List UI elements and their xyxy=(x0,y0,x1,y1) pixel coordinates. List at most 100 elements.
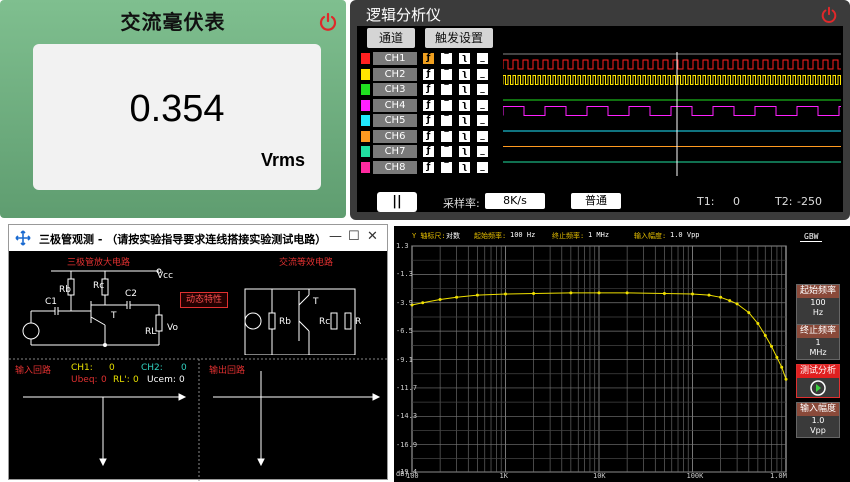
trigger-mode-button[interactable]: 普通 xyxy=(571,193,621,209)
rl-prime-value: 0 xyxy=(133,375,139,385)
trigger-mode-icon[interactable]: ƒ xyxy=(423,146,434,157)
channel-row[interactable]: CH4 ƒ ‾ ʅ _ xyxy=(361,98,501,112)
trigger-mode-icon[interactable]: ʅ xyxy=(459,99,470,111)
pause-button[interactable]: || xyxy=(377,192,417,212)
channel-row[interactable]: CH5 ƒ ‾ ʅ _ xyxy=(361,114,501,127)
y-tick-label: -3.9 xyxy=(396,298,413,307)
trigger-mode-icon[interactable]: ‾ xyxy=(441,68,452,80)
t2-label: T2: xyxy=(775,195,793,208)
trigger-mode-icon[interactable]: ƒ xyxy=(423,115,434,126)
millivoltmeter-display: 0.354 Vrms xyxy=(33,44,321,190)
y-tick-label: -14.3 xyxy=(396,412,418,421)
data-point xyxy=(597,291,601,295)
channel-label: CH2 xyxy=(373,67,417,81)
r-equiv-label: R xyxy=(355,317,362,327)
close-button[interactable]: ✕ xyxy=(367,229,378,244)
minimize-button[interactable]: — xyxy=(329,229,342,244)
trigger-mode-icon[interactable]: ʅ xyxy=(459,146,470,157)
trigger-mode-icon[interactable]: ʅ xyxy=(459,84,470,95)
trigger-mode-icon[interactable]: ʅ xyxy=(459,130,470,142)
channel-row[interactable]: CH6 ƒ ‾ ʅ _ xyxy=(361,129,501,143)
trigger-mode-icon[interactable]: ‾ xyxy=(441,84,452,95)
trigger-mode-icon[interactable]: _ xyxy=(477,115,488,126)
channel-waveform xyxy=(503,75,841,85)
y-tick-label: -16.9 xyxy=(396,440,418,449)
channel-color-swatch xyxy=(361,161,370,173)
tab-trigger-settings[interactable]: 触发设置 xyxy=(425,28,493,48)
data-point xyxy=(784,377,788,381)
millivoltmeter-panel: 交流毫伏表 0.354 Vrms xyxy=(0,0,346,218)
x-tick-label: 1.0M xyxy=(770,472,787,480)
trigger-mode-icon[interactable]: ʅ xyxy=(459,68,470,80)
trigger-mode-icon[interactable]: _ xyxy=(477,68,488,80)
channel-row[interactable]: CH3 ƒ ‾ ʅ _ xyxy=(361,83,501,96)
trigger-mode-icon[interactable]: ‾ xyxy=(441,161,452,173)
input-amplitude-value: 1.0 xyxy=(811,416,825,425)
channel-label: CH8 xyxy=(373,160,417,174)
trigger-mode-icon[interactable]: _ xyxy=(477,84,488,95)
trigger-mode-icon[interactable]: _ xyxy=(477,161,488,173)
sample-rate-field[interactable]: 8K/s xyxy=(485,193,545,209)
test-analysis-button[interactable]: 测试分析 xyxy=(796,364,840,398)
tab-channel[interactable]: 通道 xyxy=(367,28,415,48)
stop-frequency-label: 终止频率 xyxy=(797,325,839,338)
stop-frequency-knob[interactable]: 终止频率 1 MHz xyxy=(796,324,840,360)
trigger-mode-icon[interactable]: ƒ xyxy=(423,68,434,80)
maximize-button[interactable]: ☐ xyxy=(348,229,360,244)
data-point xyxy=(438,298,442,301)
channel-waveform xyxy=(503,59,841,70)
trigger-mode-icon[interactable]: ƒ xyxy=(423,161,434,173)
trigger-mode-icon[interactable]: ‾ xyxy=(441,130,452,142)
trigger-mode-icon[interactable]: ƒ xyxy=(423,84,434,95)
trigger-mode-icon[interactable]: ƒ xyxy=(423,130,434,142)
channel-label: CH1 xyxy=(373,52,417,65)
trigger-mode-icon[interactable]: ‾ xyxy=(441,115,452,126)
trigger-mode-icon[interactable]: ƒ xyxy=(423,53,434,64)
data-point xyxy=(735,302,739,306)
start-frequency-unit: Hz xyxy=(812,308,824,317)
window-titlebar[interactable]: 三极管观测 - （请按实验指导要求连线搭接实验测试电路） — ☐ ✕ xyxy=(9,225,387,251)
c2-label: C2 xyxy=(125,289,138,299)
ch2-label: CH2: xyxy=(141,363,163,373)
y-tick-label: -9.1 xyxy=(396,355,413,364)
logic-analyzer-screen: 通道 触发设置 CH1 ƒ ‾ ʅ _ CH2 ƒ ‾ ʅ _ CH3 ƒ ‾ ʅ _ CH4 ƒ ‾ ʅ _ CH5 ƒ… xyxy=(357,26,843,212)
channel-color-swatch xyxy=(361,68,370,80)
logic-analyzer-toolbar: || 采样率: 8K/s 普通 T1: 0 T2: -250 xyxy=(357,190,843,212)
bode-plotter-panel: Y 轴标尺: 对数 起始频率: 100 Hz 终止频率: 1 MHz 输入幅度:… xyxy=(394,226,850,482)
power-icon[interactable] xyxy=(318,12,338,32)
input-amplitude-knob[interactable]: 输入幅度 1.0 Vpp xyxy=(796,402,840,438)
trigger-mode-icon[interactable]: ‾ xyxy=(441,53,452,64)
data-point xyxy=(625,291,629,295)
channel-row[interactable]: CH8 ƒ ‾ ʅ _ xyxy=(361,160,501,174)
ucem-value: 0 xyxy=(179,375,185,385)
power-icon[interactable] xyxy=(820,6,838,24)
trigger-mode-icon[interactable]: _ xyxy=(477,99,488,111)
ubeq-value: 0 xyxy=(101,375,107,385)
trigger-mode-icon[interactable]: _ xyxy=(477,146,488,157)
move-icon[interactable] xyxy=(15,230,31,246)
rc-equiv-label: Rc xyxy=(319,317,331,327)
trigger-mode-icon[interactable]: ƒ xyxy=(423,99,434,111)
channel-row[interactable]: CH1 ƒ ‾ ʅ _ xyxy=(361,52,501,65)
channel-color-swatch xyxy=(361,84,370,95)
waveform-area xyxy=(503,52,841,176)
channel-row[interactable]: CH7 ƒ ‾ ʅ _ xyxy=(361,145,501,158)
input-amplitude-label: 输入幅度 xyxy=(797,403,839,416)
channel-label: CH4 xyxy=(373,98,417,112)
trigger-mode-icon[interactable]: ʅ xyxy=(459,53,470,64)
channel-row[interactable]: CH2 ƒ ‾ ʅ _ xyxy=(361,67,501,81)
stop-frequency-unit: MHz xyxy=(809,348,827,357)
trigger-mode-icon[interactable]: ‾ xyxy=(441,146,452,157)
trigger-mode-icon[interactable]: ʅ xyxy=(459,161,470,173)
channel-waveform xyxy=(503,106,841,116)
trigger-mode-icon[interactable]: _ xyxy=(477,53,488,64)
ubeq-label: Ubeq: xyxy=(71,375,98,385)
trigger-mode-icon[interactable]: _ xyxy=(477,130,488,142)
output-loop-label: 输出回路 xyxy=(209,366,246,376)
ch1-value: 0 xyxy=(109,363,115,373)
y-tick-label: 1.3 xyxy=(396,242,409,250)
trigger-mode-icon[interactable]: ‾ xyxy=(441,99,452,111)
rl-prime-label: RL': xyxy=(113,375,130,385)
trigger-mode-icon[interactable]: ʅ xyxy=(459,115,470,126)
logic-analyzer-title: 逻辑分析仪 xyxy=(366,6,442,24)
